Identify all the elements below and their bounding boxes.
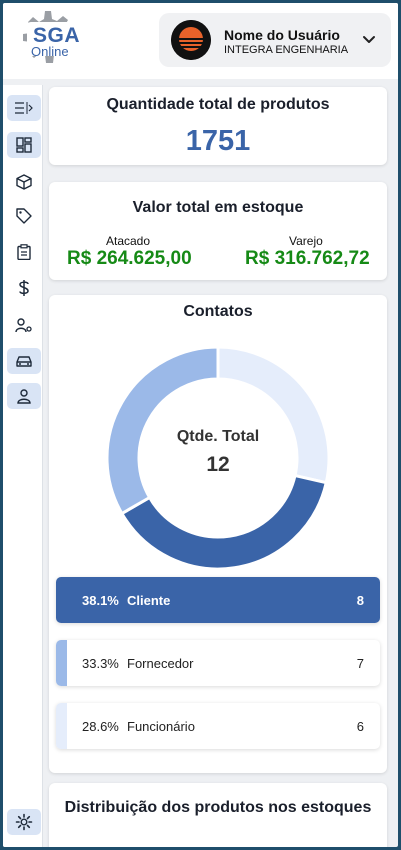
dollar-icon (19, 280, 29, 296)
donut-slice-cliente[interactable] (119, 473, 329, 571)
tag-icon (16, 208, 32, 224)
donut-center-value: 12 (206, 453, 230, 476)
legend-color-swatch (56, 640, 67, 686)
sidebar-item-tags[interactable] (7, 203, 41, 229)
sidebar-item-finance[interactable] (7, 275, 41, 301)
products-total-title: Quantidade total de produtos (106, 96, 330, 113)
sidebar-item-products[interactable] (7, 169, 41, 195)
user-icon (17, 389, 31, 404)
sga-logo[interactable]: SGA Online (9, 6, 85, 76)
legend-color-swatch (56, 703, 67, 749)
retail-label: Varejo (289, 234, 323, 248)
sidebar-item-dashboard[interactable] (7, 132, 41, 158)
legend-name: Cliente (127, 593, 171, 608)
legend-count: 6 (356, 719, 364, 734)
legend-row-fornecedor[interactable]: 33.3% Fornecedor 7 (56, 640, 380, 686)
user-company: INTEGRA ENGENHARIA (224, 44, 349, 56)
sidebar-item-user-settings[interactable] (7, 312, 41, 338)
box-icon (16, 174, 32, 190)
dashboard-icon (16, 137, 32, 153)
wholesale-value: R$ 264.625,00 (67, 248, 192, 269)
distribution-card: Distribuição dos produtos nos estoques (49, 783, 387, 847)
stock-value-title: Valor total em estoque (132, 199, 304, 216)
top-header: SGA Online Nome do Usuário INTEGRA ENGEN… (3, 3, 398, 79)
chevron-down-icon[interactable] (361, 31, 377, 47)
products-total-value: 1751 (185, 125, 251, 157)
car-icon (16, 356, 32, 367)
sidebar (3, 85, 43, 847)
legend-count: 8 (356, 593, 364, 608)
legend-pct: 28.6% (82, 719, 119, 734)
legend-name: Funcionário (127, 719, 195, 734)
user-menu[interactable]: Nome do Usuário INTEGRA ENGENHARIA (159, 13, 391, 67)
distribution-title: Distribuição dos produtos nos estoques (64, 799, 372, 816)
collapse-menu-icon (15, 102, 33, 114)
logo-subtitle: Online (31, 44, 69, 59)
stock-value-card: Valor total em estoque Atacado R$ 264.62… (49, 182, 387, 280)
products-total-card: Quantidade total de produtos 1751 (49, 87, 387, 165)
legend-row-funcionario[interactable]: 28.6% Funcionário 6 (56, 703, 380, 749)
wholesale-label: Atacado (106, 234, 151, 248)
sidebar-collapse-button[interactable] (7, 95, 41, 121)
user-name: Nome do Usuário (224, 27, 340, 43)
sidebar-item-reports[interactable] (7, 239, 41, 265)
legend-pct: 33.3% (82, 656, 119, 671)
legend-pct: 38.1% (82, 593, 119, 608)
legend-row-cliente[interactable]: 38.1% Cliente 8 (56, 577, 380, 623)
clipboard-icon (17, 244, 31, 260)
avatar (171, 20, 211, 60)
contacts-title: Contatos (183, 303, 253, 320)
sidebar-item-users[interactable] (7, 383, 41, 409)
sidebar-item-vehicles[interactable] (7, 348, 41, 374)
settings-icon (15, 813, 33, 831)
app-window: SGA Online Nome do Usuário INTEGRA ENGEN… (3, 3, 398, 847)
user-gear-icon (15, 318, 32, 333)
retail-value: R$ 316.762,72 (245, 248, 370, 269)
sidebar-item-settings[interactable] (7, 809, 41, 835)
contacts-card: Contatos Qtde. Total 12 38.1% Cliente 8 … (49, 295, 387, 773)
donut-center-label: Qtde. Total (176, 428, 260, 445)
legend-count: 7 (356, 656, 364, 671)
legend-name: Fornecedor (127, 656, 194, 671)
